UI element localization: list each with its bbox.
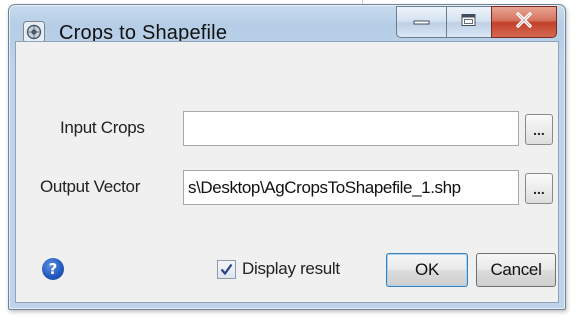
output-vector-field[interactable]: s\Desktop\AgCropsToShapefile_1.shp	[183, 170, 519, 205]
cancel-button[interactable]: Cancel	[476, 253, 556, 287]
display-result-checkbox[interactable]	[217, 260, 236, 279]
minimize-icon	[413, 13, 431, 31]
output-vector-label: Output Vector	[40, 177, 141, 196]
qgis-icon	[23, 21, 45, 43]
close-icon	[514, 11, 534, 33]
maximize-button[interactable]	[446, 6, 492, 38]
close-button[interactable]	[491, 6, 557, 38]
input-crops-field[interactable]	[183, 111, 519, 146]
ok-button[interactable]: OK	[386, 253, 468, 287]
minimize-button[interactable]	[396, 6, 447, 38]
input-crops-label: Input Crops	[60, 118, 145, 137]
display-result-label[interactable]: Display result	[242, 259, 340, 279]
maximize-icon	[460, 13, 478, 32]
help-icon[interactable]: ?	[42, 258, 64, 280]
checkmark-icon	[220, 263, 233, 276]
input-crops-browse-button[interactable]: ...	[525, 114, 553, 145]
output-vector-browse-button[interactable]: ...	[525, 173, 553, 204]
